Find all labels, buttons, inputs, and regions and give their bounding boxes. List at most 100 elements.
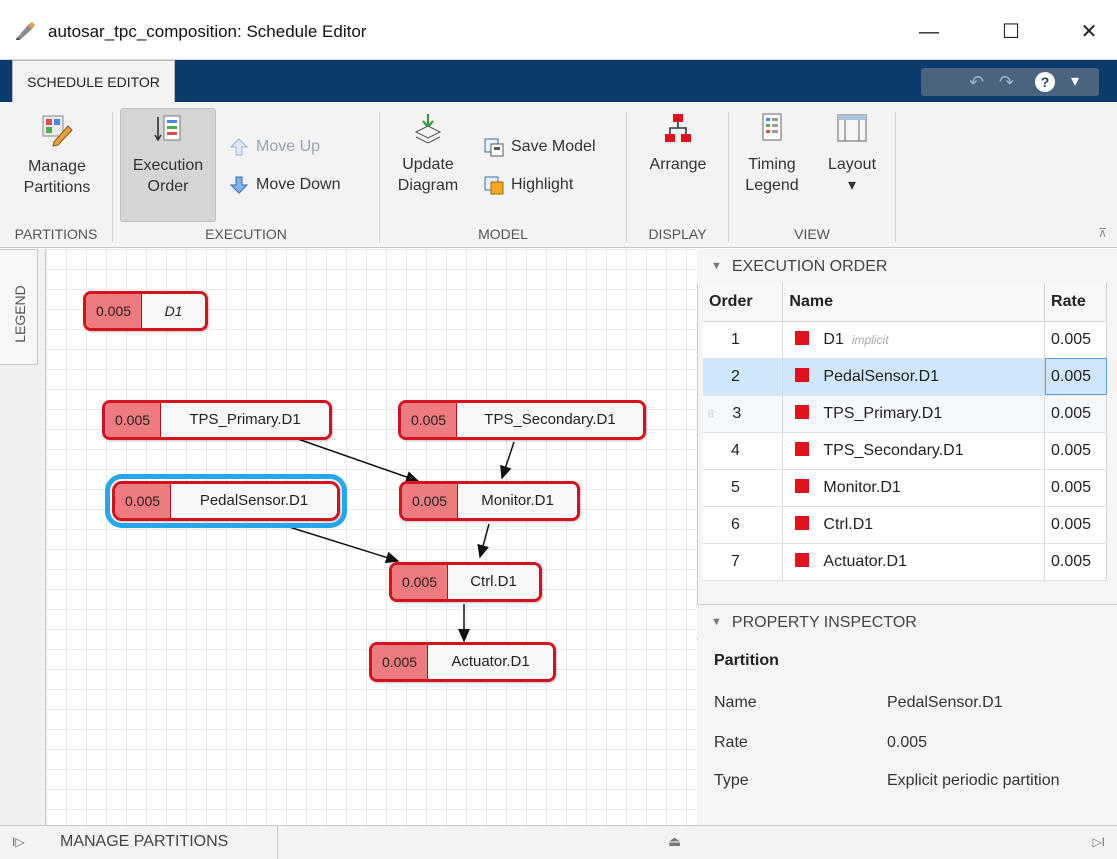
partition-block-pedalsensor[interactable]: 0.005 PedalSensor.D1 [105, 474, 347, 528]
close-button[interactable]: ✕ [1066, 14, 1112, 50]
row-name: Monitor.D1 [823, 478, 901, 496]
block-rate: 0.005 [105, 403, 162, 437]
partition-block-tps-secondary[interactable]: 0.005 TPS_Secondary.D1 [398, 400, 646, 440]
help-icon[interactable]: ? [1035, 72, 1055, 92]
type-label: Type [714, 772, 749, 789]
timing-legend-button[interactable]: Timing Legend [734, 112, 810, 220]
column-header-order[interactable]: Order [703, 283, 784, 322]
partition-color-swatch [795, 367, 810, 382]
partition-color-swatch [795, 330, 810, 345]
row-order-cell: ⠿ 3 [703, 395, 784, 433]
group-divider [626, 112, 627, 242]
row-name: Ctrl.D1 [823, 515, 874, 533]
manage-partitions-button[interactable]: Manage Partitions [10, 112, 104, 220]
highlight-button[interactable]: Highlight [483, 172, 573, 198]
undo-icon[interactable]: ↶ [969, 68, 984, 96]
arrange-label: Arrange [649, 156, 707, 173]
redo-icon[interactable]: ↷ [999, 68, 1014, 96]
row-name: PedalSensor.D1 [823, 367, 940, 385]
block-name: Monitor.D1 [458, 484, 577, 518]
table-row-selected[interactable]: 2 PedalSensor.D1 0.005 [703, 358, 1107, 396]
partition-block-ctrl[interactable]: 0.005 Ctrl.D1 [389, 562, 542, 602]
row-rate: 0.005 [1044, 543, 1107, 581]
rate-value[interactable]: 0.005 [887, 734, 927, 752]
partition-block-actuator[interactable]: 0.005 Actuator.D1 [369, 642, 556, 682]
partition-block-d1[interactable]: 0.005 D1 [83, 291, 208, 331]
block-name: Actuator.D1 [428, 645, 553, 679]
group-divider [728, 112, 729, 242]
table-row[interactable]: 5 Monitor.D1 0.005 [703, 469, 1107, 507]
save-model-button[interactable]: Save Model [483, 134, 596, 160]
row-rate: 0.005 [1044, 321, 1107, 359]
group-divider [379, 112, 380, 242]
layout-label: Layout [827, 156, 877, 173]
table-row[interactable]: 7 Actuator.D1 0.005 [703, 543, 1107, 581]
move-up-button[interactable]: Move Up [228, 134, 320, 160]
update-diagram-label-2: Diagram [397, 177, 459, 194]
table-row[interactable]: 4 TPS_Secondary.D1 0.005 [703, 432, 1107, 470]
row-order: 3 [732, 404, 742, 422]
expand-right-panel-icon[interactable]: ▷I [1092, 835, 1105, 849]
block-rate: 0.005 [86, 294, 143, 328]
block-name: TPS_Primary.D1 [161, 403, 329, 437]
group-label-display: DISPLAY [648, 226, 707, 242]
layout-icon [837, 114, 867, 142]
save-model-icon [484, 138, 504, 157]
edge-pedalsensor-to-ctrl [285, 525, 400, 564]
update-diagram-button[interactable]: Update Diagram [388, 112, 468, 220]
row-name-cell: TPS_Primary.D1 [782, 395, 1046, 433]
block-name: Ctrl.D1 [448, 565, 539, 599]
ribbon: Manage Partitions PARTITIONS Execution O… [0, 102, 1117, 248]
move-down-label: Move Down [256, 176, 341, 193]
execution-order-table: Order Name Rate 1 D1 implicit 0.005 2 Ped… [703, 283, 1107, 581]
highlight-icon [484, 176, 504, 195]
name-label: Name [714, 694, 757, 711]
manage-partitions-tab[interactable]: MANAGE PARTITIONS [46, 825, 278, 859]
column-header-name[interactable]: Name [782, 283, 1046, 322]
implicit-tag: implicit [851, 332, 889, 347]
row-name-cell: Ctrl.D1 [782, 506, 1046, 544]
arrow-up-icon [229, 138, 249, 156]
execution-order-header[interactable]: ▼ EXECUTION ORDER [697, 249, 1117, 283]
block-rate: 0.005 [402, 484, 459, 518]
highlight-label: Highlight [511, 176, 574, 193]
arrow-down-icon [229, 176, 249, 194]
drag-handle-icon[interactable]: ⠿ [707, 410, 714, 421]
table-row[interactable]: ⠿ 3 TPS_Primary.D1 0.005 [703, 395, 1107, 433]
row-order: 2 [703, 358, 784, 396]
property-inspector-header[interactable]: ▼ PROPERTY INSPECTOR [697, 604, 1117, 638]
legend-label: LEGEND [12, 285, 28, 343]
move-down-button[interactable]: Move Down [228, 172, 340, 198]
collapse-ribbon-icon[interactable]: ⊼ [1098, 226, 1107, 240]
arrange-button[interactable]: Arrange [636, 112, 720, 202]
layout-dropdown-icon: ▾ [847, 177, 857, 194]
partition-color-swatch [795, 552, 810, 567]
execution-order-icon [154, 115, 181, 142]
execution-order-button[interactable]: Execution Order [120, 108, 216, 222]
manage-partitions-label-1: Manage [28, 158, 86, 175]
row-name-cell: Actuator.D1 [782, 543, 1046, 581]
block-name: TPS_Secondary.D1 [457, 403, 643, 437]
group-label-model: MODEL [478, 226, 528, 242]
collapse-triangle-icon: ▼ [711, 616, 722, 628]
chevron-down-icon[interactable]: ▾ [1071, 68, 1079, 96]
partition-block-tps-primary[interactable]: 0.005 TPS_Primary.D1 [102, 400, 332, 440]
partition-block-monitor[interactable]: 0.005 Monitor.D1 [399, 481, 580, 521]
group-label-execution: EXECUTION [205, 226, 287, 242]
timing-legend-label-1: Timing [748, 156, 796, 173]
layout-button[interactable]: Layout ▾ [814, 112, 890, 220]
table-row[interactable]: 1 D1 implicit 0.005 [703, 321, 1107, 359]
column-header-rate[interactable]: Rate [1044, 283, 1107, 322]
arrange-icon [665, 114, 691, 142]
minimize-button[interactable]: — [906, 14, 952, 50]
name-value[interactable]: PedalSensor.D1 [887, 694, 1003, 712]
row-name: TPS_Primary.D1 [823, 404, 943, 422]
manage-partitions-label-2: Partitions [23, 179, 91, 196]
eject-panel-icon[interactable]: ⏏ [668, 833, 681, 850]
maximize-button[interactable]: ☐ [988, 14, 1034, 50]
expand-left-panel-icon[interactable]: I▷ [12, 835, 25, 849]
table-row[interactable]: 6 Ctrl.D1 0.005 [703, 506, 1107, 544]
tab-schedule-editor[interactable]: SCHEDULE EDITOR [12, 60, 175, 102]
rate-label: Rate [714, 734, 748, 751]
row-name-cell: TPS_Secondary.D1 [782, 432, 1046, 470]
